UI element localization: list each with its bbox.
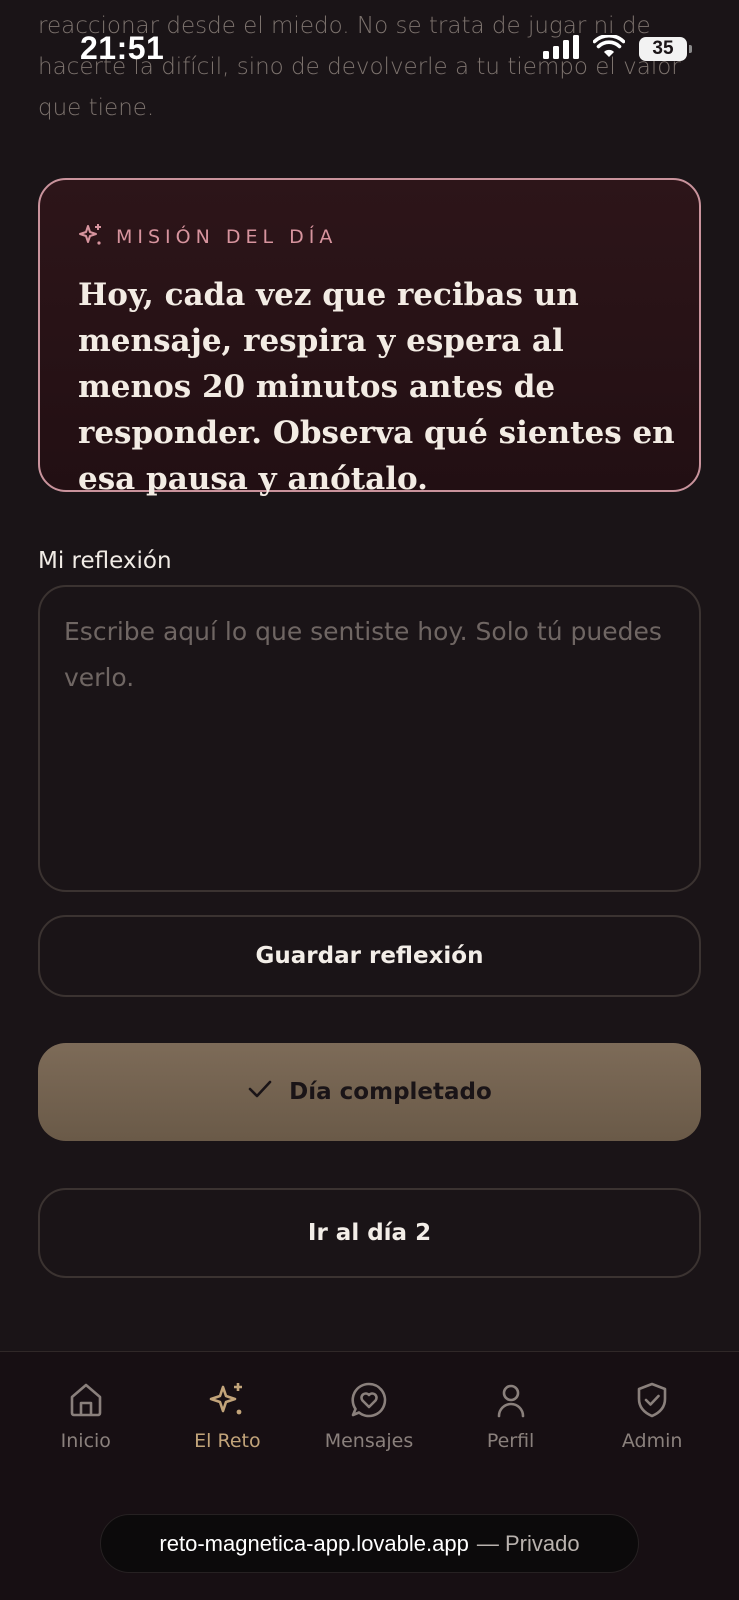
- next-day-label: Ir al día 2: [307, 1220, 432, 1246]
- wifi-icon: [592, 33, 626, 63]
- nav-item-perfil[interactable]: Perfil: [440, 1380, 582, 1452]
- nav-item-mensajes[interactable]: Mensajes: [298, 1380, 440, 1452]
- status-time: 21:51: [80, 30, 165, 66]
- nav-label-mensajes: Mensajes: [324, 1430, 414, 1452]
- nav-item-inicio[interactable]: Inicio: [15, 1380, 157, 1452]
- next-day-button[interactable]: Ir al día 2: [38, 1188, 701, 1278]
- url-host: reto-magnetica-app.lovable.app: [159, 1530, 469, 1556]
- sparkles-icon: [207, 1380, 247, 1420]
- message-heart-icon: [349, 1380, 389, 1420]
- signal-icon: [543, 35, 579, 63]
- day-completed-button[interactable]: Día completado: [38, 1043, 701, 1141]
- nav-label-inicio: Inicio: [60, 1430, 111, 1452]
- browser-url-bar[interactable]: reto-magnetica-app.lovable.app — Privado: [100, 1514, 639, 1573]
- private-mode-label: — Privado: [476, 1530, 580, 1556]
- status-icons: 35: [543, 33, 692, 63]
- reflection-textarea[interactable]: [38, 585, 701, 892]
- user-icon: [491, 1380, 531, 1420]
- nav-label-el-reto: El Reto: [194, 1430, 261, 1452]
- nav-item-el-reto[interactable]: El Reto: [157, 1380, 299, 1452]
- mission-label: MISIÓN DEL DÍA: [116, 226, 338, 248]
- check-icon: [247, 1078, 273, 1106]
- save-reflection-button[interactable]: Guardar reflexión: [38, 915, 701, 997]
- battery-icon: 35: [639, 37, 692, 61]
- nav-label-perfil: Perfil: [486, 1430, 535, 1452]
- nav-item-admin[interactable]: Admin: [581, 1380, 723, 1452]
- mission-header: MISIÓN DEL DÍA: [78, 222, 337, 252]
- nav-label-admin: Admin: [621, 1430, 683, 1452]
- sparkles-icon: [78, 222, 104, 252]
- status-bar: 21:51 35: [0, 0, 739, 100]
- save-reflection-label: Guardar reflexión: [255, 943, 484, 969]
- mission-text: Hoy, cada vez que recibas un mensaje, re…: [78, 277, 675, 497]
- challenge-day-screen: reaccionar desde el miedo. No se trata d…: [0, 0, 739, 1600]
- home-icon: [66, 1380, 106, 1420]
- reflection-label: Mi reflexión: [38, 548, 172, 574]
- shield-check-icon: [632, 1380, 672, 1420]
- mission-card: MISIÓN DEL DÍA Hoy, cada vez que recibas…: [38, 178, 701, 497]
- day-completed-label: Día completado: [289, 1079, 492, 1105]
- nav-items: Inicio El Reto Mensajes Perfil Admin: [0, 1380, 739, 1452]
